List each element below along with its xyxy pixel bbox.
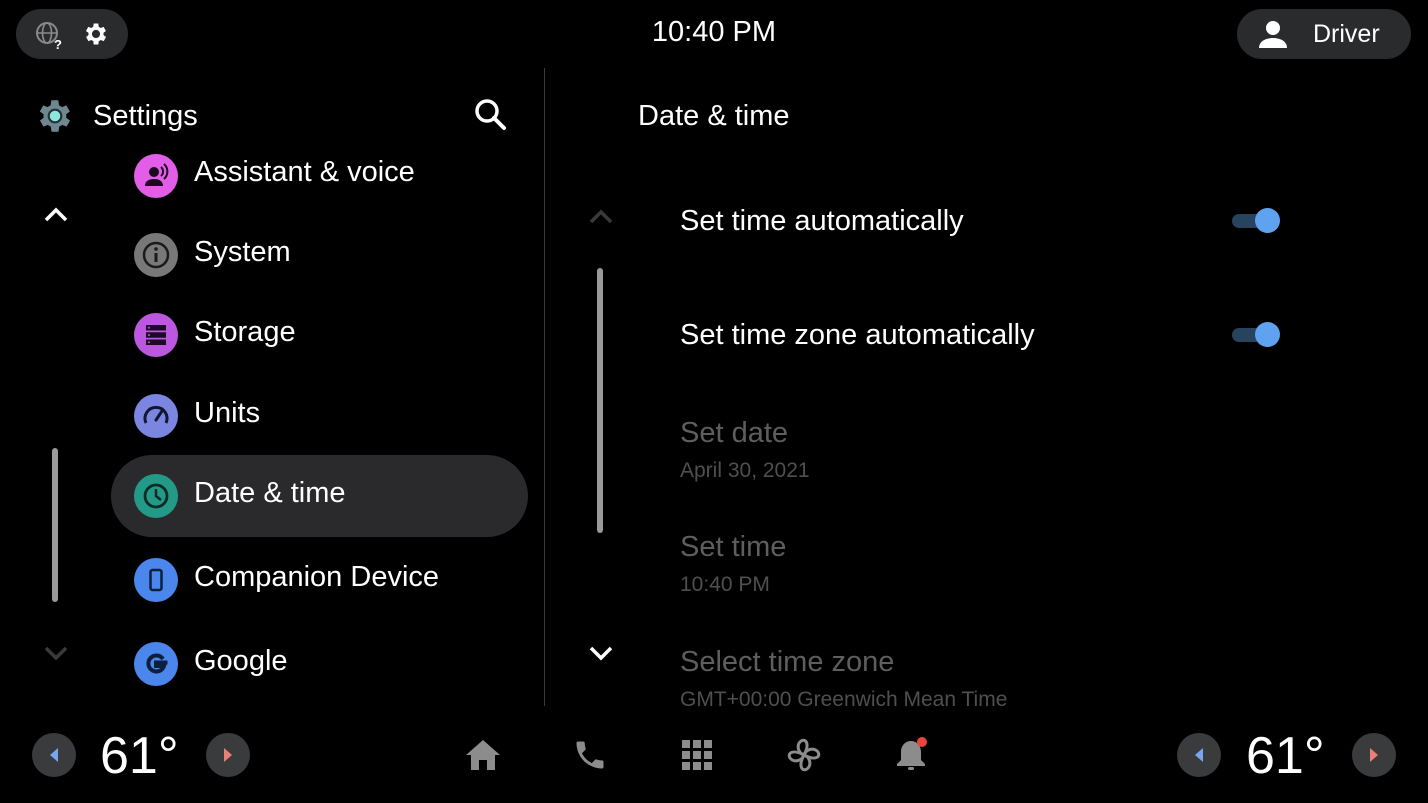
search-icon[interactable]: [472, 96, 508, 137]
detail-scroll-down-button[interactable]: [587, 644, 615, 669]
phone-device-icon: [134, 558, 178, 602]
set-time-zone-automatically-toggle[interactable]: [1232, 322, 1280, 347]
nav-item-system[interactable]: System: [111, 214, 528, 296]
setting-row-set-date: Set date: [680, 417, 789, 449]
scroll-down-button[interactable]: [42, 644, 70, 669]
setting-row-set-time-automatically[interactable]: Set time automatically: [680, 205, 964, 238]
right-temp-down-button[interactable]: [1177, 733, 1221, 777]
clock-icon: [134, 474, 178, 518]
nav-label: Units: [194, 397, 261, 429]
home-icon[interactable]: [463, 735, 503, 775]
fan-icon[interactable]: [784, 735, 824, 775]
nav-label: Google: [194, 645, 288, 677]
app-grid-icon[interactable]: [677, 735, 717, 775]
nav-label: Date & time: [194, 477, 346, 509]
speedometer-icon: [134, 394, 178, 438]
nav-item-storage[interactable]: Storage: [111, 294, 528, 376]
person-icon: [1257, 19, 1289, 54]
assistant-voice-icon: [134, 154, 178, 198]
detail-scrollbar[interactable]: [597, 268, 603, 533]
nav-item-units[interactable]: Units: [111, 375, 528, 457]
settings-app-icon: [34, 95, 76, 142]
nav-label: Storage: [194, 316, 296, 348]
notification-bell-icon[interactable]: [891, 735, 931, 775]
nav-label: System: [194, 236, 291, 268]
time-zone-value: GMT+00:00 Greenwich Mean Time: [680, 688, 1008, 711]
right-temperature: 61°: [1246, 727, 1325, 785]
settings-title: Settings: [93, 100, 198, 132]
detail-title: Date & time: [638, 100, 790, 132]
nav-item-date-time[interactable]: Date & time: [111, 455, 528, 537]
info-icon: [134, 233, 178, 277]
set-time-value: 10:40 PM: [680, 573, 770, 596]
setting-row-set-time-zone-automatically[interactable]: Set time zone automatically: [680, 319, 1035, 352]
toggle-thumb: [1255, 322, 1280, 347]
scroll-up-button[interactable]: [42, 204, 70, 229]
set-date-value: April 30, 2021: [680, 459, 810, 482]
left-temp-down-button[interactable]: [32, 733, 76, 777]
left-temp-up-button[interactable]: [206, 733, 250, 777]
set-time-automatically-toggle[interactable]: [1232, 208, 1280, 233]
nav-item-companion-device[interactable]: Companion Device: [111, 539, 528, 621]
toggle-thumb: [1255, 208, 1280, 233]
left-scrollbar[interactable]: [52, 448, 58, 602]
setting-row-select-time-zone: Select time zone: [680, 646, 895, 678]
nav-label: Companion Device: [194, 561, 440, 593]
notification-badge: [917, 737, 927, 747]
status-clock: 10:40 PM: [651, 16, 777, 48]
user-name: Driver: [1313, 20, 1380, 48]
panel-divider: [544, 68, 545, 706]
nav-label: Assistant & voice: [194, 156, 415, 188]
nav-item-assistant-voice[interactable]: Assistant & voice: [111, 134, 528, 216]
detail-scroll-up-button[interactable]: [587, 206, 615, 231]
left-temperature: 61°: [100, 727, 179, 785]
user-profile-button[interactable]: Driver: [1237, 9, 1411, 59]
setting-row-set-time: Set time: [680, 531, 787, 563]
google-icon: [134, 642, 178, 686]
phone-icon[interactable]: [570, 735, 610, 775]
nav-item-google[interactable]: Google: [111, 623, 528, 705]
storage-icon: [134, 313, 178, 357]
right-temp-up-button[interactable]: [1352, 733, 1396, 777]
